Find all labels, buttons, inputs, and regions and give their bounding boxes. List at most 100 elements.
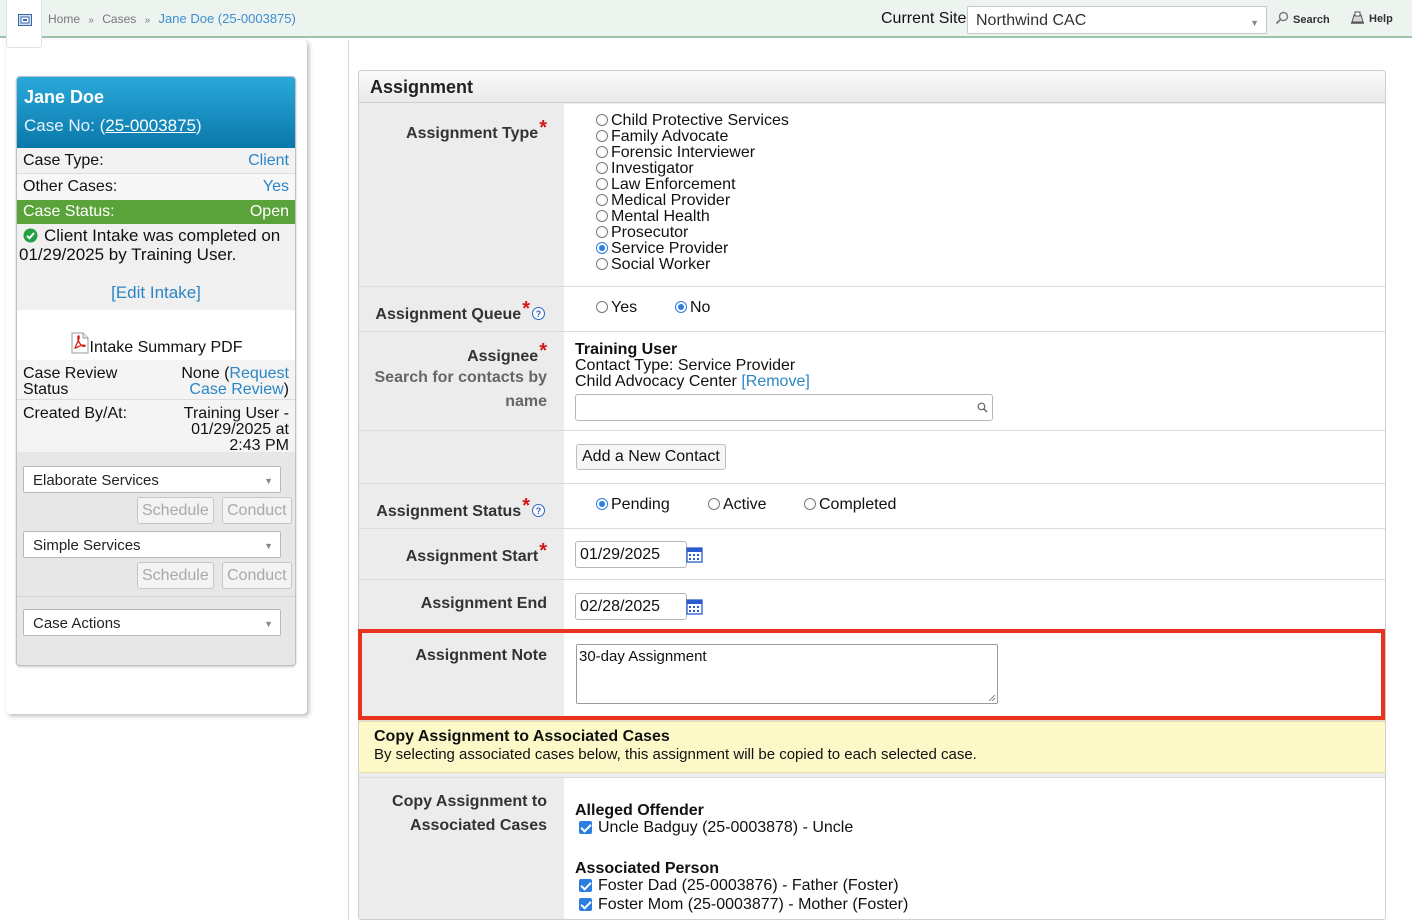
case-review-label: Case Review Status	[23, 365, 118, 398]
assignee-field: Training User Contact Type: Service Prov…	[564, 332, 1385, 430]
add-new-contact-button[interactable]: Add a New Contact	[576, 444, 726, 470]
radio-button[interactable]	[596, 178, 608, 190]
remove-assignee-link[interactable]: [Remove]	[741, 373, 809, 390]
status-pending-label: Pending	[611, 496, 670, 513]
assignment-status-label-text: Assignment Status	[376, 503, 522, 520]
radio-button[interactable]	[596, 301, 608, 313]
calendar-icon[interactable]	[686, 546, 703, 563]
associated-case-item[interactable]: Foster Dad (25-0003876) - Father (Foster…	[575, 877, 908, 896]
chevron-down-icon: ▼	[264, 476, 273, 486]
assignment-type-option[interactable]: Medical Provider	[596, 193, 789, 209]
case-type-value[interactable]: Client	[248, 148, 289, 174]
calendar-icon[interactable]	[686, 598, 703, 615]
case-review-row: Case Review Status None (Request Case Re…	[17, 360, 295, 400]
radio-button[interactable]	[708, 498, 720, 510]
status-completed-option[interactable]: Completed	[804, 496, 896, 514]
associated-case-label: Foster Mom (25-0003877) - Mother (Foster…	[598, 896, 909, 913]
assignee-details: Training User Contact Type: Service Prov…	[575, 342, 810, 390]
case-actions-value: Case Actions	[33, 615, 121, 632]
radio-button-selected[interactable]	[675, 301, 687, 313]
intake-summary-pdf[interactable]: Intake Summary PDF	[17, 310, 295, 360]
associated-case-item[interactable]: Foster Mom (25-0003877) - Mother (Foster…	[575, 896, 908, 915]
svg-text:?: ?	[536, 506, 542, 516]
assignment-note-textarea[interactable]: 30-day Assignment	[576, 644, 998, 704]
assignment-type-option[interactable]: Law Enforcement	[596, 177, 789, 193]
radio-button[interactable]	[596, 226, 608, 238]
simple-services-select[interactable]: Simple Services ▼	[23, 531, 281, 558]
assignment-type-option-label: Forensic Interviewer	[611, 144, 756, 161]
checkbox-checked[interactable]	[579, 821, 592, 834]
case-number-suffix: )	[196, 116, 202, 135]
assignment-type-option-label: Child Protective Services	[611, 112, 789, 129]
conduct-button[interactable]: Conduct	[222, 497, 292, 524]
case-actions-select[interactable]: Case Actions ▼	[23, 609, 281, 636]
status-pending-option[interactable]: Pending	[596, 496, 670, 514]
help-link[interactable]: Help	[1350, 11, 1393, 25]
simple-services-value: Simple Services	[33, 537, 141, 554]
queue-yes-option[interactable]: Yes	[596, 299, 637, 317]
case-number-link[interactable]: 25-0003875	[105, 116, 196, 135]
breadcrumb-current[interactable]: Jane Doe (25-0003875)	[159, 11, 296, 26]
search-link[interactable]: Search	[1275, 11, 1330, 26]
assignment-type-option-label: Social Worker	[611, 256, 711, 273]
radio-button-selected[interactable]	[596, 498, 608, 510]
queue-no-option[interactable]: No	[675, 299, 710, 317]
help-circle-icon[interactable]: ?	[532, 504, 545, 517]
radio-button[interactable]	[804, 498, 816, 510]
assignee-row: Assignee* Search for contacts by name Tr…	[359, 332, 1385, 431]
case-number-prefix: Case No: (	[24, 116, 106, 135]
radio-button-selected[interactable]	[596, 242, 608, 254]
assignment-type-option[interactable]: Investigator	[596, 161, 789, 177]
current-site-select[interactable]: Northwind CAC ▼	[967, 6, 1267, 34]
copy-assignment-notice: Copy Assignment to Associated Cases By s…	[359, 721, 1385, 773]
assignment-type-option[interactable]: Social Worker	[596, 257, 789, 273]
copy-assignment-row: Copy Assignment to Associated Cases Alle…	[359, 777, 1385, 919]
radio-button[interactable]	[596, 114, 608, 126]
radio-button[interactable]	[596, 258, 608, 270]
edit-intake-link[interactable]: [Edit Intake]	[17, 283, 295, 302]
elaborate-services-select[interactable]: Elaborate Services ▼	[23, 466, 281, 493]
other-cases-value[interactable]: Yes	[263, 174, 289, 200]
schedule-button[interactable]: Schedule	[137, 562, 214, 589]
status-active-option[interactable]: Active	[708, 496, 767, 514]
assignment-type-field: Child Protective Services Family Advocat…	[564, 104, 1385, 286]
assignment-type-option[interactable]: Forensic Interviewer	[596, 145, 789, 161]
associated-case-item[interactable]: Uncle Badguy (25-0003878) - Uncle	[575, 819, 908, 838]
checkbox-checked[interactable]	[579, 898, 592, 911]
assignment-type-option[interactable]: Family Advocate	[596, 129, 789, 145]
radio-button[interactable]	[596, 194, 608, 206]
associated-case-label: Uncle Badguy (25-0003878) - Uncle	[598, 819, 854, 836]
help-circle-icon[interactable]: ?	[532, 307, 545, 320]
radio-button[interactable]	[596, 130, 608, 142]
form-title: Assignment	[359, 71, 1385, 103]
contact-search-input[interactable]	[575, 394, 993, 421]
assignment-type-option[interactable]: Prosecutor	[596, 225, 789, 241]
assignment-type-option[interactable]: Child Protective Services	[596, 113, 789, 129]
add-contact-row: Add a New Contact	[359, 431, 1385, 484]
intake-message: Client Intake was completed on 01/29/202…	[17, 224, 295, 310]
breadcrumb-home[interactable]: Home	[48, 12, 80, 26]
conduct-button[interactable]: Conduct	[222, 562, 292, 589]
pdf-icon	[71, 332, 89, 354]
radio-button[interactable]	[596, 146, 608, 158]
assignment-type-option-label: Mental Health	[611, 208, 710, 225]
assignment-note-row: Assignment Note 30-day Assignment	[359, 631, 1385, 721]
chevron-down-icon: ▼	[1250, 18, 1259, 28]
home-tab[interactable]	[6, 0, 42, 48]
assignment-type-option[interactable]: Mental Health	[596, 209, 789, 225]
breadcrumb-cases[interactable]: Cases	[102, 12, 136, 26]
assignment-end-input[interactable]: 02/28/2025	[575, 593, 687, 620]
checkbox-checked[interactable]	[579, 879, 592, 892]
copy-notice-description: By selecting associated cases below, thi…	[374, 746, 977, 763]
schedule-button[interactable]: Schedule	[137, 497, 214, 524]
radio-button[interactable]	[596, 162, 608, 174]
current-site-value: Northwind CAC	[976, 12, 1087, 29]
assignment-type-option-selected[interactable]: Service Provider	[596, 241, 789, 257]
assignment-status-field: Pending Active Completed	[564, 484, 1385, 528]
radio-button[interactable]	[596, 210, 608, 222]
resize-grip-icon[interactable]	[988, 694, 996, 702]
assignment-start-input[interactable]: 01/29/2025	[575, 541, 687, 568]
assignee-org: Child Advocacy Center	[575, 373, 737, 390]
status-active-label: Active	[723, 496, 767, 513]
assignment-queue-label: Assignment Queue*?	[359, 287, 564, 331]
